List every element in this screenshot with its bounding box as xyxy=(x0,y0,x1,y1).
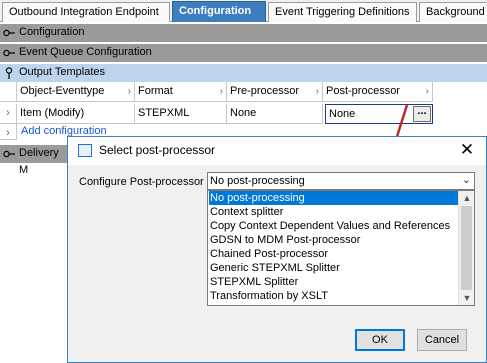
selected-value: No post-processing xyxy=(210,175,305,187)
option-gdsn-to-mdm[interactable]: GDSN to MDM Post-processor xyxy=(209,233,459,247)
expand-section-icon[interactable] xyxy=(3,149,15,159)
cell-pre-processor[interactable]: None xyxy=(227,104,323,124)
column-header-object-eventtype[interactable]: Object-Eventtype › xyxy=(17,82,135,102)
section-title: Output Templates xyxy=(19,66,106,78)
select-post-processor-dialog: Select post-processor ✕ Configure Post-p… xyxy=(67,136,487,363)
option-transformation-by-xslt[interactable]: Transformation by XSLT xyxy=(209,289,459,303)
option-chained-post-processor[interactable]: Chained Post-processor xyxy=(209,247,459,261)
tab-background[interactable]: Background xyxy=(419,2,487,22)
column-header-format[interactable]: Format › xyxy=(135,82,227,102)
option-copy-context-dependent[interactable]: Copy Context Dependent Values and Refere… xyxy=(209,219,459,233)
post-processor-options-list[interactable]: No post-processing Context splitter Copy… xyxy=(207,190,475,306)
tab-configuration[interactable]: Configuration xyxy=(172,1,266,22)
scrollbar-thumb[interactable] xyxy=(461,206,472,290)
expand-section-icon[interactable] xyxy=(3,48,15,58)
column-menu-icon[interactable]: › xyxy=(426,82,429,101)
collapse-section-icon[interactable] xyxy=(3,67,15,79)
section-delivery[interactable]: Delivery M xyxy=(0,145,70,176)
column-header-pre-processor[interactable]: Pre-processor › xyxy=(227,82,323,102)
option-no-post-processing[interactable]: No post-processing xyxy=(209,191,459,205)
row-expand-icon[interactable]: › xyxy=(0,124,17,140)
section-output-templates[interactable]: Output Templates xyxy=(0,64,487,82)
configure-post-processor-label: Configure Post-processor xyxy=(79,176,204,188)
cancel-button[interactable]: Cancel xyxy=(417,329,467,351)
edit-post-processor-button[interactable]: ... xyxy=(413,106,431,122)
dialog-title: Select post-processor xyxy=(99,143,216,157)
chevron-down-icon[interactable]: ⌄ xyxy=(462,172,471,188)
table-row[interactable]: › Item (Modify) STEPXML None None ... xyxy=(0,104,440,124)
column-menu-icon[interactable]: › xyxy=(220,82,223,101)
section-title: Event Queue Configuration xyxy=(19,46,152,58)
cell-object-eventtype[interactable]: Item (Modify) xyxy=(17,104,135,124)
section-title: Configuration xyxy=(19,26,85,38)
tab-outbound-integration-endpoint[interactable]: Outbound Integration Endpoint xyxy=(2,2,170,22)
option-generic-stepxml-splitter[interactable]: Generic STEPXML Splitter xyxy=(209,261,459,275)
close-icon[interactable]: ✕ xyxy=(458,140,476,160)
scroll-up-icon[interactable]: ▲ xyxy=(459,191,474,205)
post-processor-select[interactable]: No post-processing ⌄ xyxy=(207,172,475,190)
option-context-splitter[interactable]: Context splitter xyxy=(209,205,459,219)
column-menu-icon[interactable]: › xyxy=(316,82,319,101)
row-header-corner xyxy=(0,82,17,102)
column-menu-icon[interactable]: › xyxy=(128,82,131,101)
expand-section-icon[interactable] xyxy=(3,28,15,38)
column-header-post-processor[interactable]: Post-processor › xyxy=(323,82,433,102)
row-expand-icon[interactable]: › xyxy=(0,104,17,124)
option-stepxml-splitter[interactable]: STEPXML Splitter xyxy=(209,275,459,289)
tab-event-triggering-definitions[interactable]: Event Triggering Definitions xyxy=(268,2,417,22)
section-title: Delivery M xyxy=(19,147,59,176)
section-event-queue-configuration[interactable]: Event Queue Configuration xyxy=(0,44,487,62)
scroll-down-icon[interactable]: ▼ xyxy=(459,291,474,305)
table-header-row: Object-Eventtype › Format › Pre-processor ›… xyxy=(0,82,440,102)
ok-button[interactable]: OK xyxy=(355,329,405,351)
cell-post-processor[interactable]: None ... xyxy=(325,104,433,124)
cell-format[interactable]: STEPXML xyxy=(135,104,227,124)
list-scrollbar[interactable]: ▲ ▼ xyxy=(458,191,474,305)
section-configuration[interactable]: Configuration xyxy=(0,24,487,42)
window-icon xyxy=(78,144,92,157)
dialog-title-bar[interactable]: Select post-processor ✕ xyxy=(68,137,486,165)
tab-bar: Outbound Integration Endpoint Configurat… xyxy=(0,0,487,22)
